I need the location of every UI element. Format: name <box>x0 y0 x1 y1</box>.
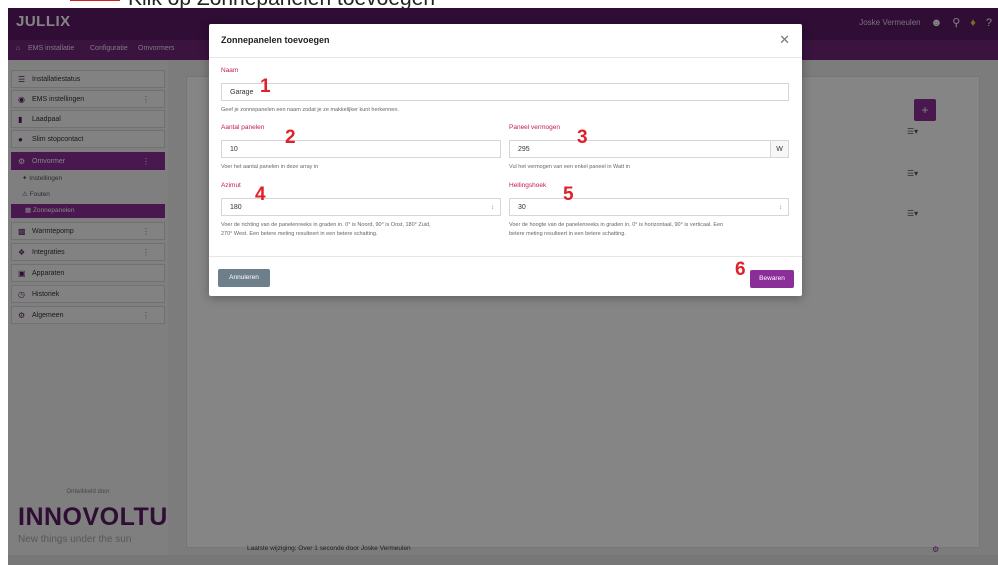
cancel-button[interactable]: Annuleren <box>218 269 270 287</box>
tilt-label: Hellingshoek <box>509 182 547 189</box>
name-help: Geef je zonnepanelen een naam zodat je z… <box>221 107 399 113</box>
save-button[interactable]: Bewaren <box>750 270 794 288</box>
panels-count-field[interactable]: 10 <box>221 140 501 158</box>
panel-power-field[interactable]: 295 <box>509 140 771 158</box>
stepper-icon[interactable]: ↕ <box>779 199 782 217</box>
annotation-5: 5 <box>563 184 574 205</box>
divider <box>209 256 802 257</box>
divider <box>209 57 802 58</box>
panels-count-help: Voer het aantal panelen in deze array in <box>221 164 319 170</box>
tilt-help: Voer de hoogte van de panelenreeks in gr… <box>509 222 724 237</box>
annotation-4: 4 <box>255 184 266 205</box>
azimuth-label: Azimut <box>221 182 241 189</box>
annotation-2: 2 <box>285 127 296 148</box>
close-icon[interactable]: ✕ <box>779 32 790 48</box>
dialog-title: Zonnepanelen toevoegen <box>221 35 330 45</box>
stepper-icon[interactable]: ↕ <box>491 199 494 217</box>
annotation-6: 6 <box>735 259 746 280</box>
watt-unit: W <box>771 140 789 158</box>
panels-count-label: Aantal panelen <box>221 124 265 131</box>
panel-power-help: Vul het vermogen van een enkel paneel in… <box>509 164 630 170</box>
annotation-1: 1 <box>260 76 271 97</box>
tilt-field[interactable]: 30 ↕ <box>509 198 789 216</box>
name-label: Naam <box>221 67 239 74</box>
add-solar-panels-dialog: Zonnepanelen toevoegen ✕ Naam Garage Gee… <box>209 24 802 296</box>
highlight-line <box>70 0 120 1</box>
panel-power-label: Paneel vermogen <box>509 124 560 131</box>
name-field[interactable]: Garage <box>221 83 789 101</box>
annotation-3: 3 <box>577 127 588 148</box>
azimuth-help: Voer de richting van de panelenreeks in … <box>221 222 431 237</box>
